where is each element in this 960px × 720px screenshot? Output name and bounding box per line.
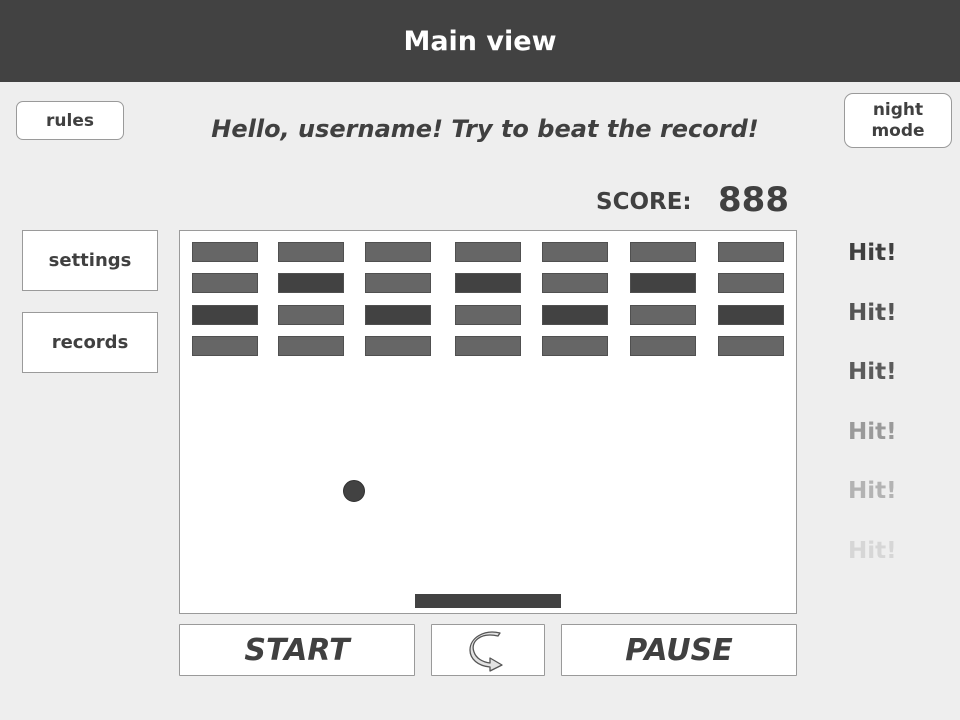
brick [542, 305, 608, 325]
records-button[interactable]: records [22, 312, 158, 373]
brick [278, 273, 344, 293]
brick [455, 336, 521, 356]
brick [278, 336, 344, 356]
brick [192, 273, 258, 293]
score-label: SCORE: [596, 189, 692, 215]
rules-button[interactable]: rules [16, 101, 124, 140]
brick [365, 305, 431, 325]
header: Main view [0, 0, 960, 82]
brick [718, 242, 784, 262]
brick [455, 305, 521, 325]
brick [718, 336, 784, 356]
brick [365, 242, 431, 262]
brick [365, 336, 431, 356]
ball [343, 480, 365, 502]
hit-text: Hit! [848, 419, 897, 445]
hit-text: Hit! [848, 300, 897, 326]
brick [278, 242, 344, 262]
settings-button[interactable]: settings [22, 230, 158, 291]
score-value: 888 [718, 180, 789, 220]
hit-text: Hit! [848, 478, 897, 504]
brick [630, 273, 696, 293]
brick [718, 305, 784, 325]
paddle[interactable] [415, 594, 561, 608]
game-field[interactable] [179, 230, 797, 614]
brick [542, 273, 608, 293]
brick [630, 336, 696, 356]
hit-text: Hit! [848, 538, 897, 564]
brick [192, 242, 258, 262]
night-mode-button[interactable]: night mode [844, 93, 952, 148]
hit-text: Hit! [848, 359, 897, 385]
brick [455, 242, 521, 262]
brick [542, 242, 608, 262]
restart-icon [469, 631, 503, 672]
hit-text: Hit! [848, 240, 897, 266]
brick [630, 305, 696, 325]
brick [718, 273, 784, 293]
brick [192, 336, 258, 356]
pause-button[interactable]: PAUSE [561, 624, 797, 676]
night-mode-label: night mode [871, 99, 925, 141]
brick [192, 305, 258, 325]
start-button[interactable]: START [179, 624, 415, 676]
brick [365, 273, 431, 293]
page-title: Main view [403, 25, 557, 57]
greeting-text: Hello, username! Try to beat the record! [211, 115, 759, 143]
brick [630, 242, 696, 262]
brick [455, 273, 521, 293]
restart-button[interactable] [431, 624, 545, 676]
brick [542, 336, 608, 356]
brick [278, 305, 344, 325]
